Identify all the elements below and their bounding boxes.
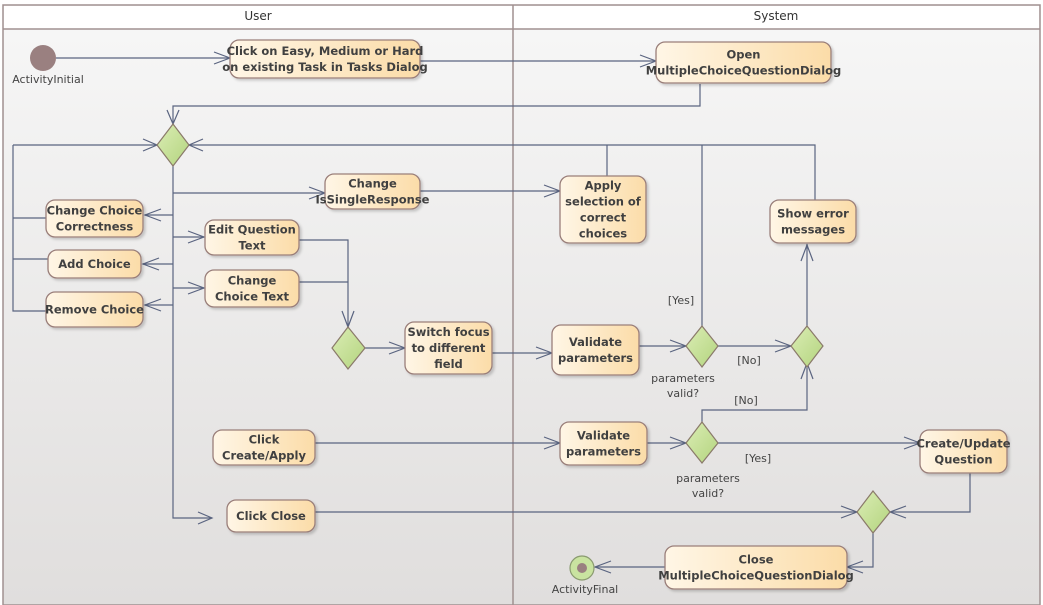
action-label-line: Remove Choice: [45, 303, 144, 317]
action-edit-question[interactable]: Edit Question Text: [204, 219, 300, 256]
action-label-line: Apply: [585, 179, 622, 193]
decision-1-label-line2: valid?: [667, 387, 699, 400]
decision-1-label-line1: parameters: [651, 372, 715, 385]
action-switch-focus[interactable]: Switch focus to different field: [404, 321, 493, 375]
action-click-task[interactable]: Click on Easy, Medium or Hard on existing…: [222, 39, 428, 79]
final-node-dot-icon: [577, 563, 587, 573]
action-label-line: Click: [249, 433, 280, 447]
final-node-label: ActivityFinal: [552, 583, 619, 596]
action-label-line: Switch focus: [407, 325, 489, 339]
lane-title-system: System: [754, 9, 799, 23]
lane-title-user: User: [244, 9, 271, 23]
action-label-line: Validate: [577, 429, 630, 443]
action-label-line: Choice Text: [215, 290, 290, 304]
action-label-line: Correctness: [56, 220, 134, 234]
action-label-line: IsSingleResponse: [316, 193, 430, 207]
action-label-line: Change: [348, 177, 397, 191]
action-label-line: Change Choice: [47, 204, 143, 218]
guard-no-1: [No]: [737, 354, 761, 367]
action-change-single[interactable]: Change IsSingleResponse: [316, 173, 430, 210]
action-click-create[interactable]: Click Create/Apply: [212, 429, 316, 466]
action-label-line: Close: [739, 553, 774, 567]
action-label-line: Question: [934, 453, 992, 467]
action-validate-1[interactable]: Validate parameters: [551, 324, 640, 376]
action-label-line: parameters: [566, 445, 641, 459]
guard-no-2: [No]: [734, 394, 758, 407]
action-label-line: Validate: [569, 335, 622, 349]
action-label-line: Add Choice: [58, 257, 131, 271]
action-label-line: Click Close: [236, 509, 306, 523]
action-label-line: Edit Question: [208, 223, 296, 237]
action-label-line: parameters: [558, 351, 633, 365]
action-label-line: Create/Update: [916, 437, 1010, 451]
decision-2-label-line1: parameters: [676, 472, 740, 485]
action-close-dialog[interactable]: Close MultipleChoiceQuestionDialog: [658, 545, 854, 590]
action-label-line: Open: [727, 48, 761, 62]
action-label-line: MultipleChoiceQuestionDialog: [658, 569, 854, 583]
action-apply-selection[interactable]: Apply selection of correct choices: [559, 175, 647, 244]
action-change-choice-text[interactable]: Change Choice Text: [204, 269, 300, 308]
action-label-line: Create/Apply: [222, 449, 306, 463]
guard-yes-1: [Yes]: [668, 294, 694, 307]
action-label-line: choices: [579, 227, 627, 241]
action-label-line: field: [434, 357, 463, 371]
decision-2-label-line2: valid?: [692, 487, 724, 500]
lane-header-bg: [4, 6, 1039, 29]
action-label-line: Click on Easy, Medium or Hard: [227, 44, 424, 58]
action-validate-2[interactable]: Validate parameters: [559, 421, 648, 466]
action-box[interactable]: [551, 324, 640, 376]
initial-node-icon: [30, 45, 56, 71]
action-label-line: on existing Task in Tasks Dialog: [222, 60, 428, 74]
guard-yes-2: [Yes]: [745, 452, 771, 465]
action-show-error[interactable]: Show error messages: [769, 199, 857, 244]
action-remove-choice[interactable]: Remove Choice: [45, 291, 144, 328]
activity-diagram: User System ActivityInitial ActivityFina…: [2, 4, 1041, 605]
initial-node-label: ActivityInitial: [12, 73, 84, 86]
action-change-correctness[interactable]: Change Choice Correctness: [45, 199, 144, 238]
action-label-line: to different: [412, 341, 486, 355]
action-label-line: correct: [580, 211, 627, 225]
action-label-line: messages: [781, 223, 845, 237]
action-add-choice[interactable]: Add Choice: [47, 249, 142, 279]
action-label-line: Text: [238, 239, 266, 253]
action-click-close[interactable]: Click Close: [226, 499, 316, 533]
action-label-line: selection of: [565, 195, 642, 209]
action-label-line: Change: [228, 274, 277, 288]
action-label-line: MultipleChoiceQuestionDialog: [646, 64, 842, 78]
action-create-update[interactable]: Create/Update Question: [916, 429, 1011, 474]
action-label-line: Show error: [777, 207, 849, 221]
action-open-dialog[interactable]: Open MultipleChoiceQuestionDialog: [646, 41, 842, 84]
